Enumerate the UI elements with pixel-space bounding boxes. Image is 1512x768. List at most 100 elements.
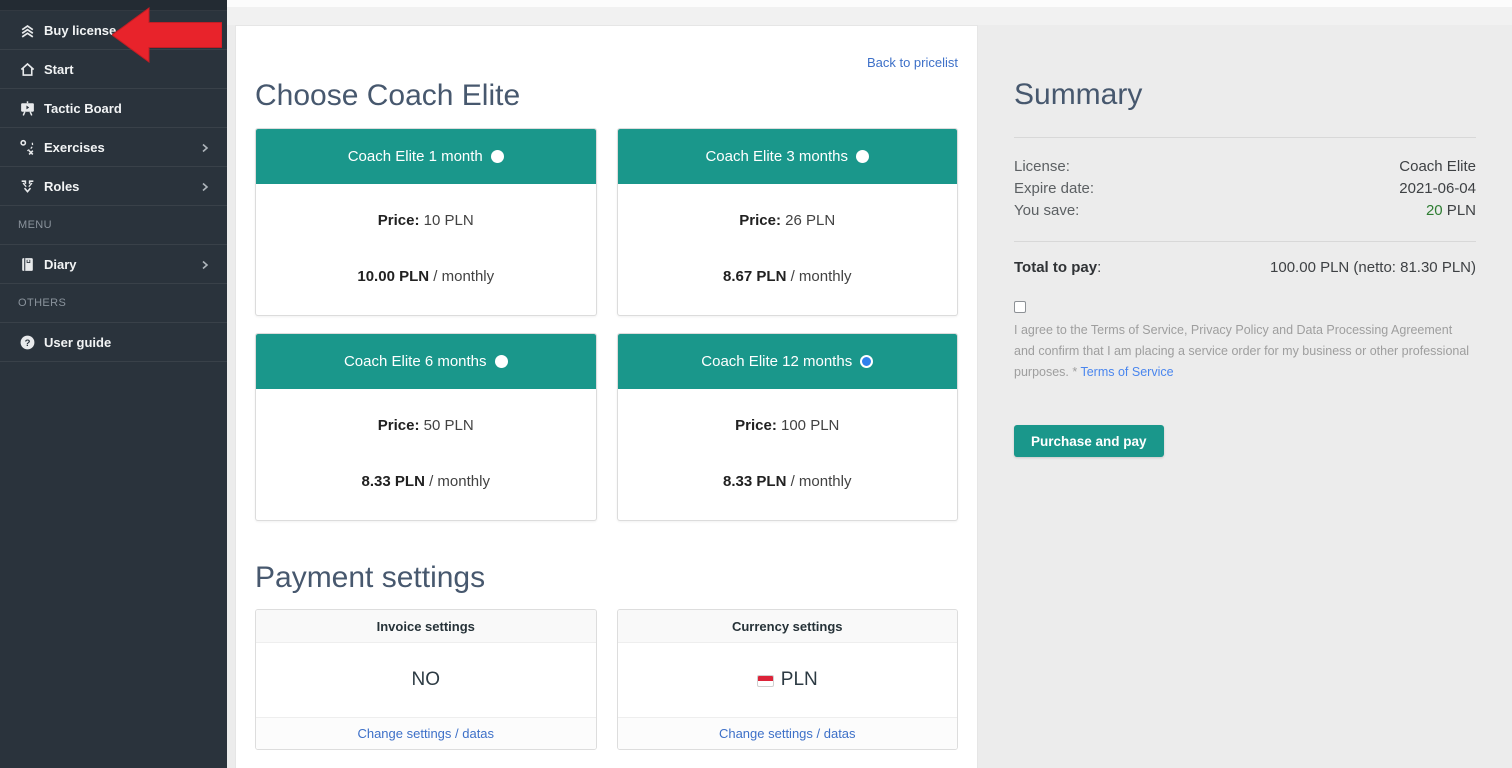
plan-body: Price: 50 PLN 8.33 PLN / monthly xyxy=(256,389,596,520)
summary-row-save: You save: 20 PLN xyxy=(1014,200,1476,222)
sidebar-item-start[interactable]: Start xyxy=(0,50,227,89)
back-to-pricelist-link[interactable]: Back to pricelist xyxy=(867,55,958,70)
monthly-suffix: / monthly xyxy=(429,473,490,490)
sidebar-item-label: Tactic Board xyxy=(44,101,211,116)
plan-card-1-month[interactable]: Coach Elite 1 month Price: 10 PLN 10.00 … xyxy=(255,128,597,316)
purchase-and-pay-button[interactable]: Purchase and pay xyxy=(1014,425,1164,457)
sidebar-top-strip xyxy=(0,0,227,11)
invoice-settings-value: NO xyxy=(256,643,596,717)
summary-row-license: License: Coach Elite xyxy=(1014,156,1476,178)
tactic-board-icon xyxy=(18,99,36,117)
sidebar-item-diary[interactable]: Diary xyxy=(0,245,227,284)
expire-value: 2021-06-04 xyxy=(1399,178,1476,200)
plan-card-12-months[interactable]: Coach Elite 12 months Price: 100 PLN 8.3… xyxy=(617,333,959,521)
summary-row-expire: Expire date: 2021-06-04 xyxy=(1014,178,1476,200)
monthly-value: 8.33 PLN xyxy=(723,473,786,490)
sidebar-item-label: Exercises xyxy=(44,140,199,155)
price-value: 10 PLN xyxy=(424,212,474,229)
currency-settings-header: Currency settings xyxy=(618,610,958,643)
terms-checkbox[interactable] xyxy=(1014,301,1026,313)
sidebar-item-exercises[interactable]: Exercises xyxy=(0,128,227,167)
currency-change-settings-link[interactable]: Change settings / datas xyxy=(719,726,856,741)
poland-flag-icon xyxy=(757,675,774,687)
settings-grid: Invoice settings NO Change settings / da… xyxy=(255,609,958,750)
double-chevron-up-icon xyxy=(18,21,36,39)
content-area: Back to pricelist Choose Coach Elite Coa… xyxy=(227,0,1512,768)
plan-header: Coach Elite 6 months xyxy=(256,334,596,389)
plan-radio[interactable] xyxy=(495,355,508,368)
currency-settings-value: PLN xyxy=(781,669,818,691)
total-colon: : xyxy=(1097,259,1101,276)
sidebar-section-menu: MENU xyxy=(0,206,227,245)
plan-title: Coach Elite 12 months xyxy=(701,353,852,370)
price-label: Price: xyxy=(739,212,781,229)
currency-settings-card: Currency settings PLN Change settings / … xyxy=(617,609,959,750)
sidebar-item-tactic-board[interactable]: Tactic Board xyxy=(0,89,227,128)
plan-header: Coach Elite 12 months xyxy=(618,334,958,389)
divider xyxy=(1014,137,1476,138)
price-label: Price: xyxy=(378,212,420,229)
summary-panel: Summary License: Coach Elite Expire date… xyxy=(978,25,1512,768)
sidebar-item-buy-license[interactable]: Buy license xyxy=(0,11,227,50)
monthly-suffix: / monthly xyxy=(791,268,852,285)
divider xyxy=(1014,241,1476,242)
price-label: Price: xyxy=(378,417,420,434)
price-value: 50 PLN xyxy=(424,417,474,434)
plan-card-3-months[interactable]: Coach Elite 3 months Price: 26 PLN 8.67 … xyxy=(617,128,959,316)
plan-header: Coach Elite 3 months xyxy=(618,129,958,184)
sidebar-item-label: Buy license xyxy=(44,23,211,38)
terms-agreement-text: I agree to the Terms of Service, Privacy… xyxy=(1014,320,1476,383)
sidebar-item-label: User guide xyxy=(44,335,211,350)
save-label: You save: xyxy=(1014,200,1079,222)
sidebar: Buy license Start Tactic Board xyxy=(0,0,227,768)
license-panel: Back to pricelist Choose Coach Elite Coa… xyxy=(235,25,978,768)
invoice-change-settings-link[interactable]: Change settings / datas xyxy=(357,726,494,741)
plan-grid: Coach Elite 1 month Price: 10 PLN 10.00 … xyxy=(255,128,958,521)
plan-body: Price: 100 PLN 8.33 PLN / monthly xyxy=(618,389,958,520)
sidebar-item-roles[interactable]: Roles xyxy=(0,167,227,206)
expire-label: Expire date: xyxy=(1014,178,1094,200)
price-label: Price: xyxy=(735,417,777,434)
sidebar-item-user-guide[interactable]: ? User guide xyxy=(0,323,227,362)
price-value: 26 PLN xyxy=(785,212,835,229)
save-unit: PLN xyxy=(1443,202,1476,219)
monthly-suffix: / monthly xyxy=(433,268,494,285)
price-value: 100 PLN xyxy=(781,417,839,434)
help-icon: ? xyxy=(18,333,36,351)
payment-settings-title: Payment settings xyxy=(255,561,958,595)
sidebar-item-label: Roles xyxy=(44,179,199,194)
plan-title: Coach Elite 6 months xyxy=(344,353,487,370)
plan-title: Coach Elite 3 months xyxy=(705,148,848,165)
page-title: Choose Coach Elite xyxy=(255,79,958,113)
plan-radio-selected[interactable] xyxy=(860,355,873,368)
terms-of-service-link[interactable]: Terms of Service xyxy=(1080,365,1173,379)
plan-body: Price: 26 PLN 8.67 PLN / monthly xyxy=(618,184,958,315)
plan-radio[interactable] xyxy=(491,150,504,163)
gray-strip xyxy=(227,7,1512,25)
sidebar-item-label: Start xyxy=(44,62,211,77)
home-icon xyxy=(18,60,36,78)
chevron-right-icon xyxy=(199,180,211,192)
plan-title: Coach Elite 1 month xyxy=(348,148,483,165)
monthly-value: 10.00 PLN xyxy=(357,268,429,285)
monthly-value: 8.33 PLN xyxy=(362,473,425,490)
total-value: 100.00 PLN (netto: 81.30 PLN) xyxy=(1270,257,1476,279)
invoice-settings-card: Invoice settings NO Change settings / da… xyxy=(255,609,597,750)
exercises-icon xyxy=(18,138,36,156)
monthly-value: 8.67 PLN xyxy=(723,268,786,285)
plan-body: Price: 10 PLN 10.00 PLN / monthly xyxy=(256,184,596,315)
plan-radio[interactable] xyxy=(856,150,869,163)
summary-title: Summary xyxy=(1014,25,1476,112)
plan-card-6-months[interactable]: Coach Elite 6 months Price: 50 PLN 8.33 … xyxy=(255,333,597,521)
roles-icon xyxy=(18,177,36,195)
monthly-suffix: / monthly xyxy=(791,473,852,490)
invoice-settings-header: Invoice settings xyxy=(256,610,596,643)
license-value: Coach Elite xyxy=(1399,156,1476,178)
plan-header: Coach Elite 1 month xyxy=(256,129,596,184)
diary-icon xyxy=(18,255,36,273)
chevron-right-icon xyxy=(199,141,211,153)
sidebar-section-others: OTHERS xyxy=(0,284,227,323)
svg-text:?: ? xyxy=(24,338,30,349)
summary-row-total: Total to pay: 100.00 PLN (netto: 81.30 P… xyxy=(1014,257,1476,279)
sidebar-item-label: Diary xyxy=(44,257,199,272)
